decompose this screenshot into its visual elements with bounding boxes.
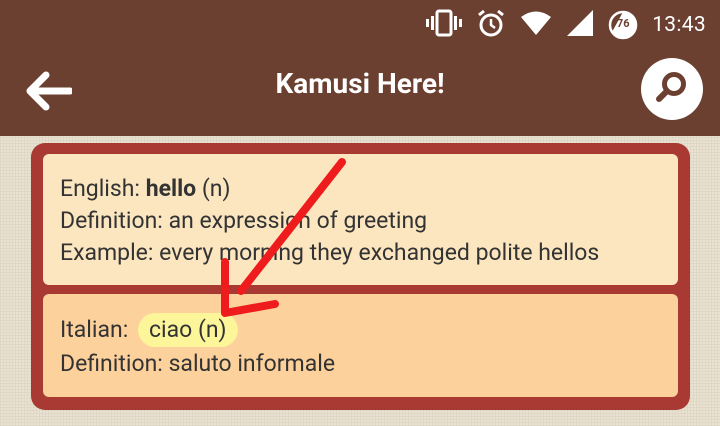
annotation-arrow-icon	[221, 158, 346, 317]
